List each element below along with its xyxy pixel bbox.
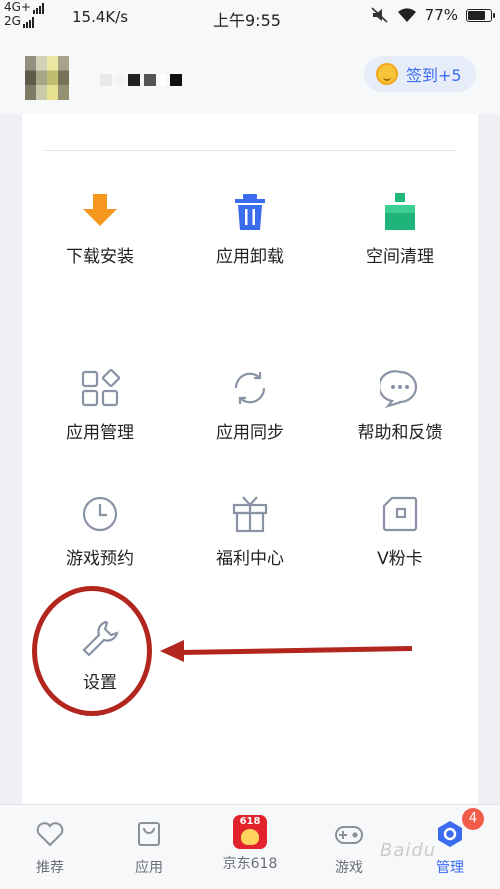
mute-icon [371, 7, 388, 23]
menu-item-uninstall[interactable]: 应用卸载 [175, 192, 325, 267]
nav-recommend[interactable]: 推荐 [5, 819, 95, 877]
broom-icon [385, 193, 415, 230]
nav-label: 京东618 [222, 856, 278, 872]
jd618-icon: 618 [233, 815, 267, 849]
menu-item-label: 应用同步 [216, 423, 284, 443]
menu-item-download[interactable]: 下载安装 [25, 192, 175, 267]
menu-item-app-sync[interactable]: 应用同步 [175, 368, 325, 443]
bag-icon [138, 822, 160, 846]
nav-label: 管理 [436, 860, 464, 876]
card-icon [382, 496, 418, 532]
menu-item-label: 帮助和反馈 [357, 423, 443, 443]
menu-item-label: 空间清理 [366, 247, 434, 267]
menu-item-cleanup[interactable]: 空间清理 [325, 192, 475, 267]
chat-bubble-icon [380, 370, 418, 408]
clock-icon [82, 496, 118, 532]
nav-jd618[interactable]: 618 京东618 [205, 815, 295, 873]
annotation-arrow-head [160, 640, 184, 662]
menu-item-label: 应用卸载 [216, 247, 284, 267]
status-right: 77% [371, 6, 495, 24]
download-icon [83, 194, 117, 226]
network-indicator: 4G+ 2G [4, 0, 44, 28]
network-type-top: 4G+ [4, 0, 31, 14]
coin-icon [376, 63, 398, 85]
clock: 上午9:55 [213, 11, 281, 30]
menu-item-help-feedback[interactable]: 帮助和反馈 [325, 368, 475, 443]
menu-item-game-reserve[interactable]: 游戏预约 [25, 494, 175, 569]
watermark: Baidu [380, 840, 437, 861]
nav-label: 推荐 [36, 860, 64, 876]
menu-item-label: 游戏预约 [66, 549, 134, 569]
menu-item-label: 福利中心 [216, 549, 284, 569]
network-speed: 15.4K/s [72, 8, 129, 26]
sync-icon [234, 372, 266, 404]
signal-icon-2 [22, 17, 34, 28]
gift-icon [232, 496, 268, 533]
menu-item-app-manage[interactable]: 应用管理 [25, 368, 175, 443]
avatar[interactable] [25, 56, 69, 100]
gamepad-icon [335, 826, 363, 844]
status-bar: 4G+ 2G 15.4K/s 上午9:55 77% [0, 0, 500, 36]
signin-label: 签到+5 [406, 66, 462, 85]
menu-item-welfare-center[interactable]: 福利中心 [175, 494, 325, 569]
battery-icon [466, 8, 495, 22]
network-type-bottom: 2G [4, 14, 21, 28]
battery-percent: 77% [424, 6, 458, 24]
signal-icon [33, 3, 44, 14]
divider [44, 150, 456, 151]
jd618-icon-text: 618 [239, 816, 261, 827]
heart-icon [36, 822, 64, 847]
notification-badge: 4 [462, 808, 484, 830]
annotation-circle [32, 586, 152, 716]
manage-icon [438, 821, 462, 847]
username-redacted[interactable] [100, 74, 182, 86]
menu-item-label: 应用管理 [66, 423, 134, 443]
app-grid-icon [81, 368, 120, 407]
wifi-icon [397, 8, 416, 22]
nav-label: 游戏 [335, 860, 363, 876]
user-header: 签到+5 [0, 36, 500, 114]
menu-item-label: V粉卡 [377, 549, 423, 569]
menu-item-label: 下载安装 [66, 247, 134, 267]
nav-label: 应用 [135, 860, 163, 876]
trash-icon [235, 194, 265, 230]
nav-apps[interactable]: 应用 [104, 819, 194, 877]
signin-button[interactable]: 签到+5 [364, 56, 476, 92]
menu-item-vfan-card[interactable]: V粉卡 [325, 494, 475, 569]
